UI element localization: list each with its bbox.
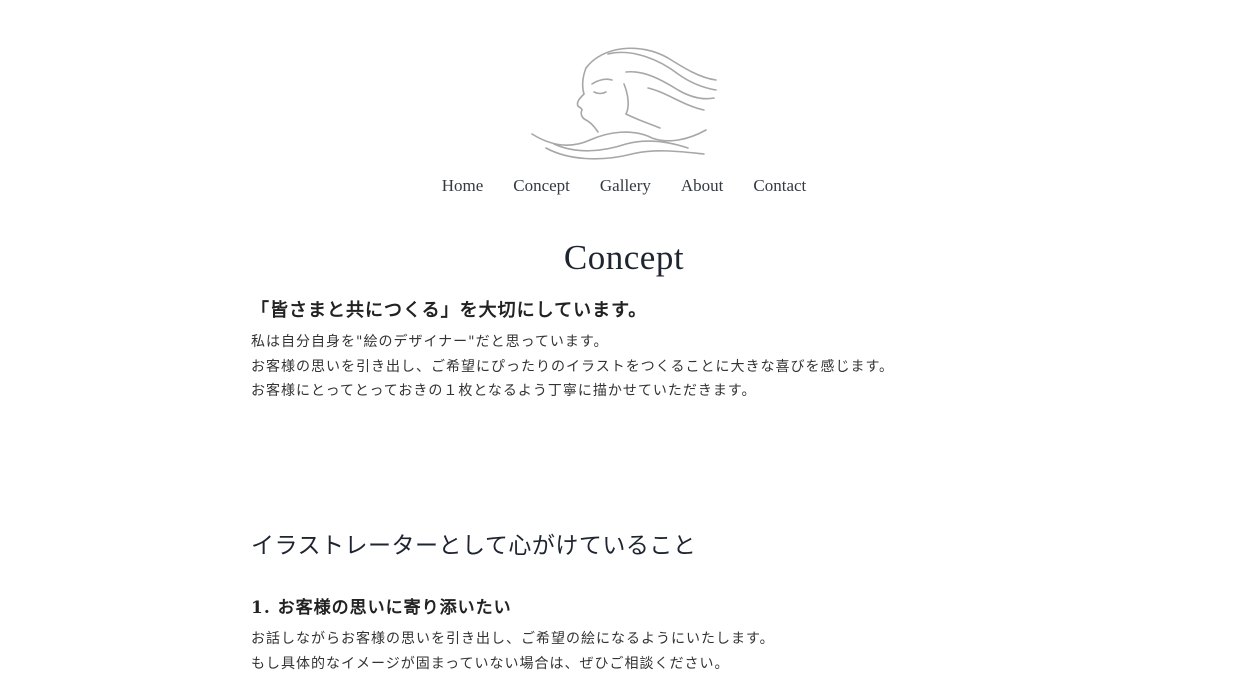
woman-profile-line-art-logo[interactable] [528,44,722,166]
nav-item-contact[interactable]: Contact [753,176,806,196]
intro-line: お客様の思いを引き出し、ご希望にぴったりのイラストをつくることに大きな喜びを感じ… [251,355,1011,380]
page-title: Concept [0,238,1248,278]
main-nav: Home Concept Gallery About Contact [0,176,1248,196]
nav-item-home[interactable]: Home [442,176,484,196]
concept-intro: 私は自分自身を"絵のデザイナー"だと思っています。 お客様の思いを引き出し、ご希… [251,330,1011,404]
section-item-title: 1. お客様の思いに寄り添いたい [251,593,1011,618]
section-item-line: お話しながらお客様の思いを引き出し、ご希望の絵になるようにいたします。 [251,627,1011,652]
nav-item-gallery[interactable]: Gallery [600,176,651,196]
section-item-line: もし具体的なイメージが固まっていない場合は、ぜひご相談ください。 [251,652,1011,676]
concept-lead: 「皆さまと共につくる」を大切にしています。 [251,296,1011,322]
nav-item-concept[interactable]: Concept [513,176,570,196]
nav-item-about[interactable]: About [681,176,724,196]
intro-line: お客様にとってとっておきの１枚となるよう丁寧に描かせていただきます。 [251,379,1011,404]
section-heading: イラストレーターとして心がけていること [251,526,1011,560]
intro-line: 私は自分自身を"絵のデザイナー"だと思っています。 [251,330,1011,355]
